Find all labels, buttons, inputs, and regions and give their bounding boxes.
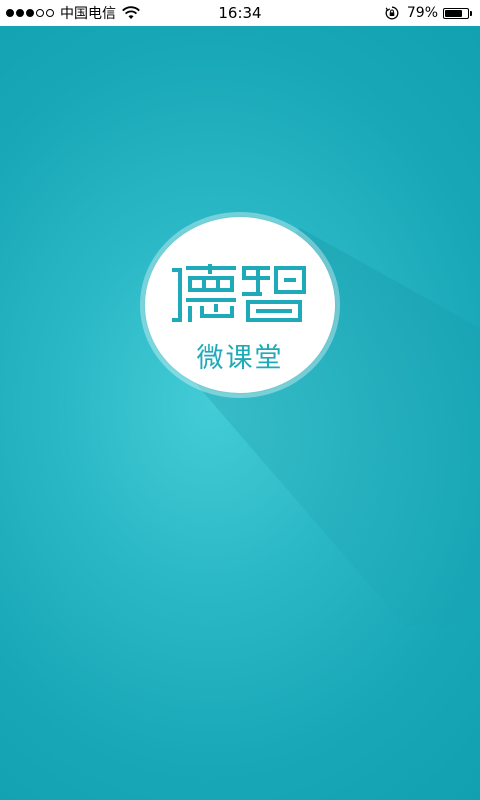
battery-nub — [470, 10, 472, 16]
status-bar-right: 79% — [385, 0, 472, 26]
battery-percent: 79% — [406, 5, 438, 21]
battery-fill — [445, 9, 463, 17]
battery-icon — [443, 7, 469, 19]
rotation-lock-icon — [385, 6, 399, 20]
logo-long-shadow — [185, 228, 480, 626]
status-bar: 中国电信 16:34 79% — [0, 0, 480, 26]
logo-mark: 德智 — [172, 264, 306, 322]
app-screen: 中国电信 16:34 79% 微课堂 — [0, 0, 480, 800]
app-subtitle: 微课堂 — [196, 343, 284, 374]
splash-background: 德智 — [0, 26, 480, 800]
